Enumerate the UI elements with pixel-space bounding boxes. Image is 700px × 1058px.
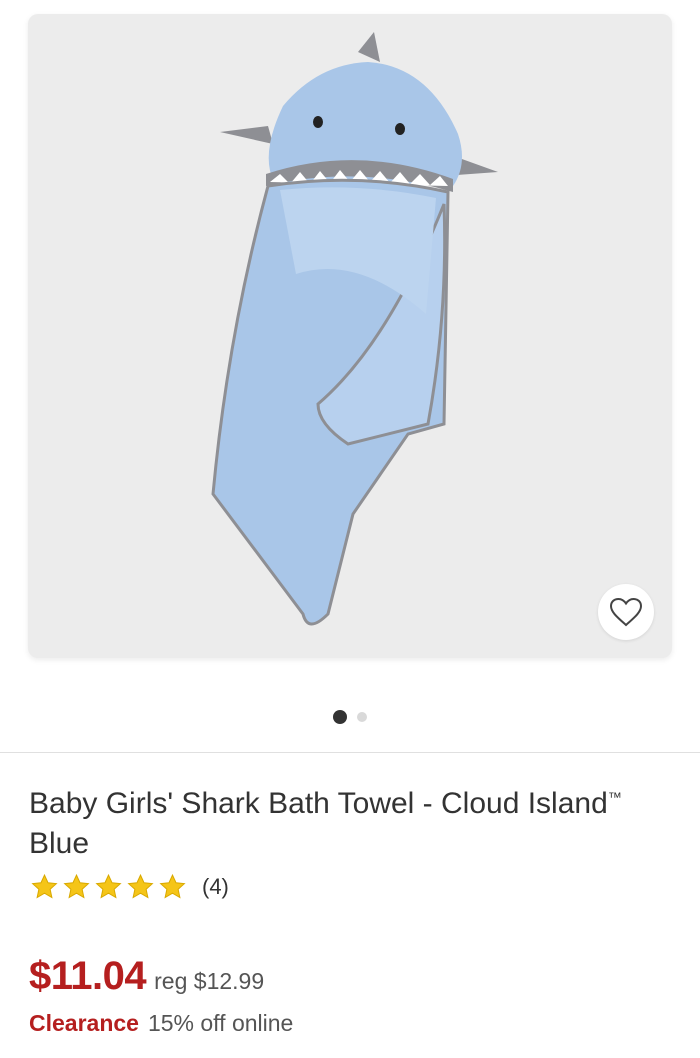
product-image[interactable] bbox=[28, 14, 672, 658]
star-icon bbox=[159, 873, 186, 899]
promo-text: 15% off online bbox=[147, 1010, 294, 1036]
product-page: Baby Girls' Shark Bath Towel - Cloud Isl… bbox=[0, 0, 700, 1058]
carousel-dot-2[interactable] bbox=[357, 712, 367, 722]
current-price: $11.04 bbox=[29, 954, 147, 998]
divider bbox=[0, 752, 700, 753]
favorite-button[interactable] bbox=[598, 584, 654, 640]
product-color: Blue bbox=[29, 827, 90, 860]
product-title: Baby Girls' Shark Bath Towel - Cloud Isl… bbox=[29, 784, 649, 864]
rating-summary[interactable]: (4) bbox=[29, 872, 229, 902]
review-count[interactable]: (4) bbox=[202, 874, 229, 900]
star-rating bbox=[29, 872, 188, 902]
product-title-text: Baby Girls' Shark Bath Towel - Cloud Isl… bbox=[29, 787, 608, 820]
promo-row: Clearance 15% off online bbox=[29, 1010, 293, 1037]
regular-price: reg $12.99 bbox=[154, 968, 265, 994]
heart-icon bbox=[609, 597, 643, 627]
trademark-symbol: ™ bbox=[607, 789, 622, 805]
clearance-label: Clearance bbox=[29, 1010, 139, 1036]
star-icon bbox=[63, 873, 90, 899]
carousel-indicators bbox=[0, 710, 700, 724]
star-icon bbox=[31, 873, 58, 899]
star-icon bbox=[127, 873, 154, 899]
carousel-dot-1[interactable] bbox=[333, 710, 347, 724]
price-row: $11.04 reg $12.99 bbox=[29, 954, 264, 999]
star-icon bbox=[95, 873, 122, 899]
towel-illustration bbox=[211, 32, 498, 626]
